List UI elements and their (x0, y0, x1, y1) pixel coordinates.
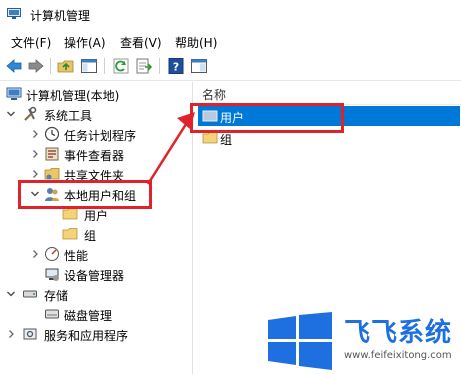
tree-node-task-scheduler[interactable]: 任务计划程序 (0, 124, 190, 144)
clock-icon (44, 126, 60, 142)
watermark: 飞飞系统 www.feifeixitong.com (262, 306, 461, 374)
tree-label: 服务和应用程序 (44, 329, 129, 343)
chevron-right-icon[interactable] (30, 144, 40, 164)
menu-view[interactable]: 查看(V) (120, 34, 162, 51)
tools-icon (24, 106, 37, 121)
event-viewer-icon (45, 147, 59, 161)
tree-node-computer-management[interactable]: 计算机管理(本地) (0, 84, 190, 104)
tree-label: 设备管理器 (64, 269, 125, 283)
computer-management-icon (7, 8, 21, 19)
chevron-right-icon[interactable] (30, 124, 40, 144)
toolbar-separator (159, 58, 160, 74)
export-list-icon[interactable] (135, 57, 153, 75)
windows-logo-icon (268, 312, 332, 370)
svg-text:?: ? (173, 61, 179, 74)
column-header-name[interactable]: 名称 (202, 86, 226, 103)
tree-node-disk-management[interactable]: 磁盘管理 (0, 304, 190, 324)
tree-label: 性能 (64, 249, 89, 263)
chevron-right-icon[interactable] (6, 324, 16, 344)
storage-icon (23, 290, 37, 298)
toolbar: ? (0, 52, 461, 81)
tree-label: 磁盘管理 (64, 309, 113, 323)
list-item-label: 组 (220, 133, 233, 147)
chevron-right-icon[interactable] (30, 244, 40, 264)
folder-icon (62, 228, 78, 240)
show-hide-tree-icon[interactable] (80, 57, 98, 75)
chevron-down-icon[interactable] (6, 104, 16, 124)
watermark-brand: 飞飞系统 (344, 318, 453, 348)
highlight-box-list (190, 103, 344, 133)
performance-icon (45, 247, 59, 261)
tree-label: 计算机管理(本地) (26, 89, 120, 103)
toolbar-separator (50, 58, 51, 74)
forward-arrow-icon[interactable] (27, 57, 45, 75)
tree-label: 任务计划程序 (64, 129, 137, 143)
menu-file[interactable]: 文件(F) (11, 34, 51, 51)
tree-node-performance[interactable]: 性能 (0, 244, 190, 264)
help-icon[interactable]: ? (167, 57, 185, 75)
disk-management-icon (45, 309, 59, 319)
tree-node-system-tools[interactable]: 系统工具 (0, 104, 190, 124)
tree-label: 系统工具 (44, 109, 93, 123)
tree-node-services-apps[interactable]: 服务和应用程序 (0, 324, 190, 344)
chevron-down-icon[interactable] (6, 284, 16, 304)
folder-up-icon[interactable] (57, 57, 75, 75)
refresh-icon[interactable] (112, 57, 130, 75)
tree-node-groups[interactable]: 组 (0, 224, 190, 244)
title-bar: 计算机管理 (0, 0, 461, 30)
computer-management-icon (6, 87, 22, 100)
tree-label: 用户 (84, 209, 109, 223)
services-icon (23, 328, 37, 340)
properties-icon[interactable] (190, 57, 208, 75)
navigation-tree: 计算机管理(本地) 系统工具 任务计划程序 事件查看器 共享文件夹 本地用户和组… (0, 82, 193, 374)
tree-label: 组 (84, 229, 97, 243)
window-title: 计算机管理 (30, 9, 91, 23)
tree-label: 事件查看器 (64, 149, 125, 163)
tree-node-storage[interactable]: 存储 (0, 284, 190, 304)
menu-action[interactable]: 操作(A) (64, 34, 106, 51)
tree-node-event-viewer[interactable]: 事件查看器 (0, 144, 190, 164)
back-arrow-icon[interactable] (5, 57, 23, 75)
watermark-url: www.feifeixitong.com (344, 350, 452, 361)
device-manager-icon (45, 268, 59, 281)
menu-bar: 文件(F) 操作(A) 查看(V) 帮助(H) (0, 30, 461, 52)
highlight-box-tree (18, 180, 152, 209)
tree-label: 存储 (44, 289, 69, 303)
menu-help[interactable]: 帮助(H) (175, 34, 217, 51)
tree-node-device-manager[interactable]: 设备管理器 (0, 264, 190, 284)
toolbar-separator (104, 58, 105, 74)
